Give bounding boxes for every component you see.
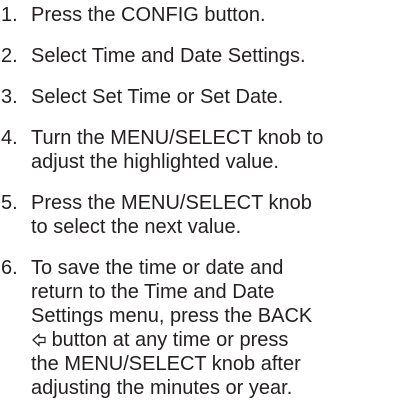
step-number: 3.: [1, 86, 18, 108]
step-text-line: adjust the highlighted value.: [31, 151, 279, 173]
list-item-step-3: 3. Select Set Time or Set Date.: [1, 85, 399, 109]
step-text-line: adjusting the minutes or year.: [31, 377, 293, 399]
step-text-line: Settings menu, press the BACK: [31, 305, 313, 327]
step-text-line: return to the Time and Date: [31, 281, 275, 303]
list-item-step-5: 5. Press the MENU/SELECT knob to select …: [1, 191, 399, 239]
instruction-list: 1. Press the CONFIG button. 2. Select Ti…: [1, 0, 399, 417]
list-item-step-4: 4. Turn the MENU/SELECT knob to adjust t…: [1, 126, 399, 174]
list-item-step-2: 2. Select Time and Date Settings.: [1, 44, 399, 68]
step-text-line: Press the MENU/SELECT knob: [31, 192, 312, 214]
step-number: 4.: [1, 127, 18, 149]
step-text: Select Set Time or Set Date.: [31, 86, 284, 108]
step-number: 6.: [1, 257, 18, 279]
step-text: Select Time and Date Settings.: [31, 45, 306, 67]
step-number: 2.: [1, 45, 18, 67]
step-text: Press the CONFIG button.: [31, 4, 266, 26]
step-text-line: the MENU/SELECT knob after: [31, 353, 301, 375]
step-text-line: Turn the MENU/SELECT knob to: [31, 127, 324, 149]
back-arrow-icon: [32, 329, 46, 347]
list-item-step-1: 1. Press the CONFIG button.: [1, 0, 399, 27]
step-number: 1.: [1, 4, 18, 26]
list-item-step-6: 6. To save the time or date and return t…: [1, 256, 399, 400]
step-text-line: button at any time or press: [51, 329, 289, 351]
step-text-line: to select the next value.: [31, 216, 242, 238]
step-text-line: To save the time or date and: [31, 257, 284, 279]
step-number: 5.: [1, 192, 18, 214]
